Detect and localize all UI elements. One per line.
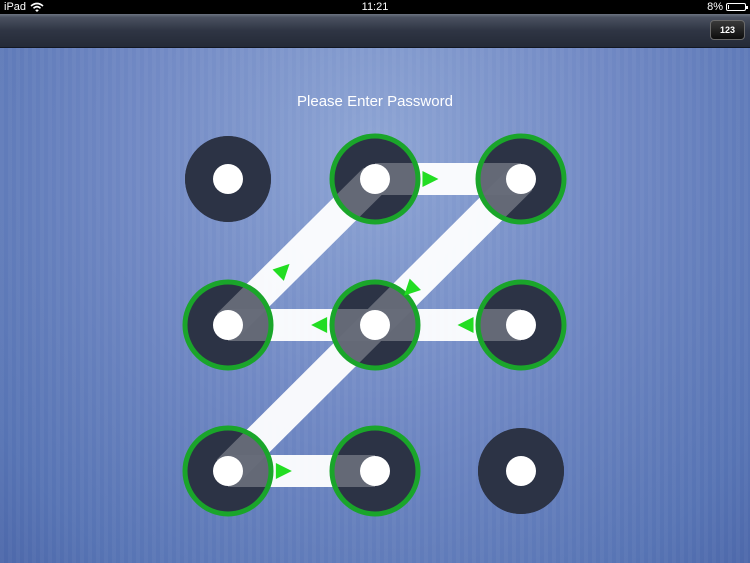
status-bar: iPad 11:21 8%	[0, 0, 750, 14]
node-center-dot-4	[213, 310, 243, 340]
node-center-dot-7	[213, 456, 243, 486]
battery-fill	[728, 5, 729, 9]
node-center-dot-9	[506, 456, 536, 486]
numeric-keypad-button[interactable]: 123	[710, 20, 745, 40]
node-center-dot-6	[506, 310, 536, 340]
pattern-grid[interactable]	[0, 48, 750, 563]
node-center-dot-1	[213, 164, 243, 194]
status-right: 8%	[707, 0, 748, 14]
pattern-lock-screen: Please Enter Password	[0, 48, 750, 563]
battery-percent: 8%	[707, 1, 723, 13]
node-center-dot-2	[360, 164, 390, 194]
status-time: 11:21	[361, 1, 389, 13]
node-center-dot-3	[506, 164, 536, 194]
battery-icon	[726, 3, 748, 11]
node-center-dot-8	[360, 456, 390, 486]
node-center-dot-5	[360, 310, 390, 340]
top-toolbar: 123	[0, 14, 750, 48]
